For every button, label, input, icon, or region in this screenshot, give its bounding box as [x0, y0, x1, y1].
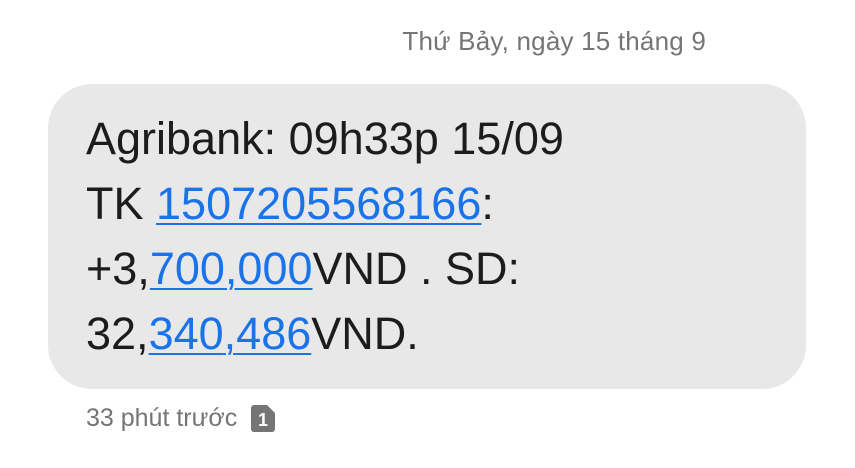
- message-thread: Thứ Bảy, ngày 15 tháng 9 Agribank: 09h33…: [0, 0, 855, 468]
- message-line-4: 32,340,486VND.: [86, 301, 806, 366]
- message-text: Agribank: 09h33p 15/09: [86, 113, 564, 164]
- message-text: VND . SD:: [312, 243, 521, 294]
- message-line-3: +3,700,000VND . SD:: [86, 236, 806, 301]
- message-bubble[interactable]: Agribank: 09h33p 15/09 TK 1507205568166:…: [48, 84, 806, 389]
- sim-1-icon: 1: [251, 405, 276, 432]
- message-text: :: [481, 178, 494, 229]
- balance-number-link[interactable]: 486: [236, 308, 311, 359]
- amount-number-link[interactable]: ,: [225, 243, 238, 294]
- amount-number-link[interactable]: 000: [237, 243, 312, 294]
- date-header: Thứ Bảy, ngày 15 tháng 9: [402, 26, 706, 56]
- balance-number-link[interactable]: 340: [149, 308, 224, 359]
- message-text: +3,: [86, 243, 150, 294]
- message-timestamp: 33 phút trước: [86, 404, 238, 432]
- message-text: 32,: [86, 308, 149, 359]
- message-meta: 33 phút trước 1: [86, 404, 276, 433]
- sim-slot-number: 1: [258, 410, 268, 430]
- balance-number-link[interactable]: ,: [224, 308, 237, 359]
- message-text: TK: [86, 178, 157, 229]
- message-line-1: Agribank: 09h33p 15/09: [86, 106, 806, 171]
- message-line-2: TK 1507205568166:: [86, 171, 806, 236]
- message-text: VND.: [311, 308, 419, 359]
- account-number-link[interactable]: 1507205568166: [156, 178, 481, 229]
- amount-number-link[interactable]: 700: [150, 243, 225, 294]
